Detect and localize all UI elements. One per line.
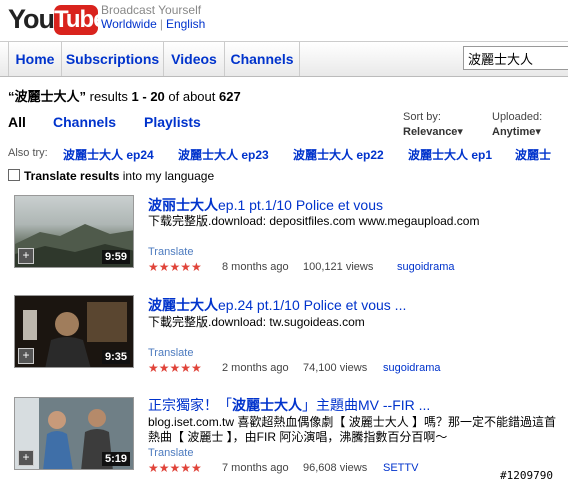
sort-label: Sort by: bbox=[403, 111, 441, 123]
tab-subscriptions[interactable]: Subscriptions bbox=[61, 42, 164, 76]
video-age: 8 months ago bbox=[222, 261, 289, 273]
video-views: 100,121 views bbox=[303, 261, 374, 273]
translate-link[interactable]: Translate bbox=[148, 347, 193, 359]
video-views: 96,608 views bbox=[303, 462, 368, 474]
title-keyword: 波麗士大人 bbox=[148, 297, 218, 313]
results-text-b: of about bbox=[164, 89, 219, 104]
video-duration: 9:59 bbox=[101, 250, 130, 264]
also-try-item[interactable]: 波麗士 bbox=[515, 146, 551, 163]
locale-separator: | bbox=[159, 17, 163, 31]
video-title[interactable]: 波麗士大人ep.24 pt.1/10 Police et vous ... bbox=[148, 295, 406, 315]
also-try-item[interactable]: 波麗士大人 ep23 bbox=[178, 146, 269, 163]
translate-results-row: Translate results into my language bbox=[8, 169, 214, 183]
add-to-queue-icon[interactable]: + bbox=[18, 348, 34, 364]
add-to-queue-icon[interactable]: + bbox=[18, 248, 34, 264]
title-pre: 正宗獨家！「 bbox=[148, 397, 232, 413]
title-keyword: 波麗士大人 bbox=[232, 397, 302, 413]
video-duration: 9:35 bbox=[101, 350, 130, 364]
video-duration: 5:19 bbox=[101, 452, 130, 466]
also-try-item[interactable]: 波麗士大人 ep1 bbox=[408, 146, 492, 163]
video-uploader[interactable]: sugoidrama bbox=[383, 362, 440, 374]
translate-checkbox[interactable] bbox=[8, 169, 20, 181]
filter-all[interactable]: All bbox=[8, 114, 26, 130]
uploaded-dropdown[interactable]: Anytime▾ bbox=[492, 125, 542, 138]
uploaded-filter: Uploaded: Anytime▾ bbox=[492, 111, 542, 138]
video-description: 下载完整版.download: depositfiles.com www.meg… bbox=[148, 214, 480, 228]
video-thumbnail[interactable]: + 5:19 bbox=[14, 397, 134, 470]
video-age: 7 months ago bbox=[222, 462, 289, 474]
results-text-a: results bbox=[86, 89, 132, 104]
video-thumbnail[interactable]: + 9:35 bbox=[14, 295, 134, 368]
video-description: blog.iset.com.tw 喜歡超熱血偶像劇【 波麗士大人 】嗎？那一定不… bbox=[148, 415, 557, 444]
results-query: “波麗士大人” bbox=[8, 89, 87, 104]
video-uploader[interactable]: sugoidrama bbox=[397, 261, 454, 273]
video-thumbnail[interactable]: + 9:59 bbox=[14, 195, 134, 268]
video-uploader[interactable]: SETTV bbox=[383, 462, 418, 474]
filter-channels[interactable]: Channels bbox=[53, 114, 116, 130]
location-link[interactable]: Worldwide bbox=[101, 17, 157, 31]
title-rest: ep.24 pt.1/10 Police et vous ... bbox=[218, 297, 407, 313]
translate-link[interactable]: Translate bbox=[148, 246, 193, 258]
video-title[interactable]: 正宗獨家！「波麗士大人」主題曲MV --FIR ... bbox=[148, 395, 430, 415]
video-description: 下載完整版.download: tw.sugoideas.com bbox=[148, 315, 365, 329]
translate-link[interactable]: Translate bbox=[148, 447, 193, 459]
title-rest: ep.1 pt.1/10 Police et vous bbox=[218, 197, 383, 213]
locale-links: Worldwide | English bbox=[101, 17, 205, 31]
sort-dropdown[interactable]: Relevance▾ bbox=[403, 125, 463, 138]
video-views: 74,100 views bbox=[303, 362, 368, 374]
translate-bold: Translate results bbox=[24, 169, 120, 183]
tab-channels[interactable]: Channels bbox=[224, 42, 300, 76]
also-try-item[interactable]: 波麗士大人 ep22 bbox=[293, 146, 384, 163]
title-keyword: 波丽士大人 bbox=[148, 197, 218, 213]
translate-rest: into my language bbox=[119, 169, 215, 183]
tab-videos[interactable]: Videos bbox=[163, 42, 225, 76]
rating-stars-icon: ★★★★★ bbox=[148, 361, 202, 375]
uploaded-label: Uploaded: bbox=[492, 111, 543, 123]
youtube-logo[interactable]: You Tube bbox=[8, 4, 107, 36]
search-input[interactable] bbox=[463, 46, 568, 70]
result-item: + 9:59 波丽士大人ep.1 pt.1/10 Police et vous … bbox=[0, 190, 568, 282]
results-summary: “波麗士大人” results 1 - 20 of about 627 bbox=[8, 86, 241, 105]
logo-tube-text: Tube bbox=[54, 5, 107, 35]
logo-you-text: You bbox=[8, 4, 55, 34]
video-age: 2 months ago bbox=[222, 362, 289, 374]
rating-stars-icon: ★★★★★ bbox=[148, 461, 202, 475]
results-range: 1 - 20 bbox=[131, 89, 165, 104]
video-title[interactable]: 波丽士大人ep.1 pt.1/10 Police et vous bbox=[148, 195, 383, 215]
tab-home[interactable]: Home bbox=[8, 42, 62, 76]
also-try-label: Also try: bbox=[8, 147, 48, 159]
result-item: + 5:19 正宗獨家！「波麗士大人」主題曲MV --FIR ... blog.… bbox=[0, 392, 568, 484]
rating-stars-icon: ★★★★★ bbox=[148, 260, 202, 274]
sort-by: Sort by: Relevance▾ bbox=[403, 111, 463, 138]
tagline: Broadcast Yourself bbox=[101, 3, 202, 17]
image-id-watermark: #1209790 bbox=[500, 469, 553, 482]
results-total: 627 bbox=[219, 89, 241, 104]
language-link[interactable]: English bbox=[166, 17, 205, 31]
title-rest: 」主題曲MV --FIR ... bbox=[302, 397, 431, 413]
filter-playlists[interactable]: Playlists bbox=[144, 114, 201, 130]
result-item: + 9:35 波麗士大人ep.24 pt.1/10 Police et vous… bbox=[0, 290, 568, 382]
add-to-queue-icon[interactable]: + bbox=[18, 450, 34, 466]
also-try-item[interactable]: 波麗士大人 ep24 bbox=[63, 146, 154, 163]
